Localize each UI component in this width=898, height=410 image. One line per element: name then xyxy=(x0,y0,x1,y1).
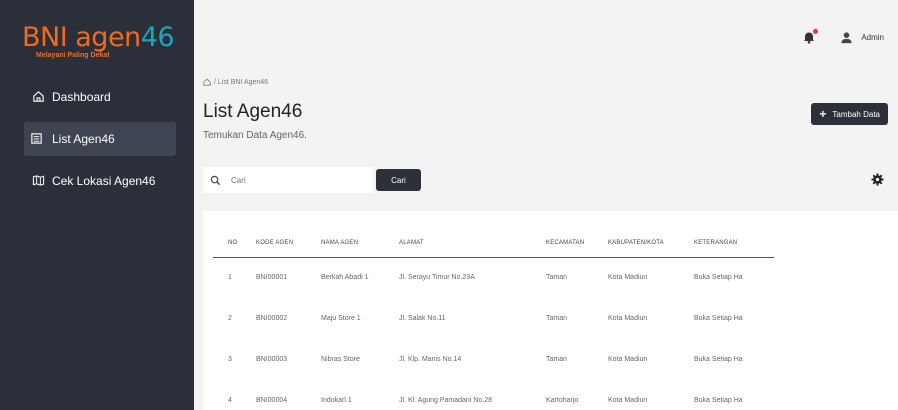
breadcrumb: / List BNI Agen46 xyxy=(203,78,268,86)
sidebar-item-label: Dashboard xyxy=(52,90,111,104)
brand-name: BNI agen46 xyxy=(22,22,175,53)
cell-kabupaten-kota: Kota Madiun xyxy=(608,356,648,363)
search-box xyxy=(203,167,373,193)
cell-kode-agen: BNI00001 xyxy=(256,274,288,282)
brand-tagline: Melayani Paling Dekat xyxy=(36,52,110,59)
column-header-alamat[interactable]: ALAMAT xyxy=(399,229,546,258)
sidebar-nav: Dashboard List Agen46 Cek Lokasi Agen46 xyxy=(0,80,194,198)
cell-kecamatan: Kartoharjo xyxy=(546,397,579,404)
cell-keterangan: Buka Setiap Ha xyxy=(694,315,743,322)
notification-bell-icon[interactable] xyxy=(802,29,819,44)
user-menu[interactable]: Admin xyxy=(840,31,884,44)
home-icon xyxy=(33,91,44,102)
gear-icon[interactable] xyxy=(871,173,884,186)
sidebar-item-list-agen46[interactable]: List Agen46 xyxy=(24,122,176,156)
cell-alamat: Jl. Serayu Timur No.23A xyxy=(399,274,475,282)
column-header-keterangan[interactable]: KETERANGAN xyxy=(694,229,774,258)
cell-nama-agen: Nibras Store xyxy=(321,356,360,363)
brand-bni: BNI xyxy=(22,22,76,53)
column-header-nama-agen[interactable]: NAMA AGEN xyxy=(321,229,399,258)
cell-no: 4 xyxy=(228,397,232,404)
table-row[interactable]: 4 BNI00004 Indokarl 1 Jl. Kl. Agung Pama… xyxy=(213,380,774,410)
breadcrumb-path[interactable]: / List BNI Agen46 xyxy=(214,79,268,86)
cell-kabupaten-kota: Kota Madiun xyxy=(608,397,648,404)
sidebar-item-cek-lokasi[interactable]: Cek Lokasi Agen46 xyxy=(0,164,178,198)
cell-kabupaten-kota: Kota Madiun xyxy=(608,274,648,282)
search-button[interactable]: Cari xyxy=(376,169,421,191)
add-data-label: Tambah Data xyxy=(832,109,880,119)
sidebar-item-dashboard[interactable]: Dashboard xyxy=(0,80,178,114)
sidebar: BNI agen46 Melayani Paling Dekat Dashboa… xyxy=(0,0,194,410)
cell-alamat: Jl. Klp. Manis No.14 xyxy=(399,356,462,363)
cell-keterangan: Buka Setiap Ha xyxy=(694,397,743,404)
cell-nama-agen: Maju Store 1 xyxy=(321,315,361,322)
cell-alamat: Jl. Salak No.11 xyxy=(399,315,446,322)
plus-icon: + xyxy=(819,107,827,121)
user-icon xyxy=(841,31,852,43)
cell-nama-agen: Berkah Abadi 1 xyxy=(321,274,369,282)
search-input[interactable] xyxy=(231,175,351,185)
add-data-button[interactable]: + Tambah Data xyxy=(811,103,888,125)
agent-table: NO KODE AGEN NAMA AGEN ALAMAT KECAMATAN … xyxy=(213,229,774,410)
sidebar-item-label: List Agen46 xyxy=(52,132,115,146)
cell-kode-agen: BNI00002 xyxy=(256,315,288,322)
brand-agen: agen xyxy=(75,22,141,53)
table-header-row: NO KODE AGEN NAMA AGEN ALAMAT KECAMATAN … xyxy=(213,229,774,258)
cell-kecamatan: Taman xyxy=(546,315,568,322)
cell-kode-agen: BNI00003 xyxy=(256,356,288,363)
brand-logo[interactable]: BNI agen46 Melayani Paling Dekat xyxy=(22,22,175,59)
cell-no: 1 xyxy=(228,274,232,282)
page-title: List Agen46 xyxy=(203,101,303,122)
sidebar-item-label: Cek Lokasi Agen46 xyxy=(52,174,156,188)
cell-kecamatan: Taman xyxy=(546,356,568,363)
column-header-no[interactable]: NO xyxy=(213,229,256,258)
topbar: Admin xyxy=(802,29,884,44)
cell-keterangan: Buka Setiap Ha xyxy=(694,356,743,363)
column-header-kabupaten-kota[interactable]: KABUPATEN/KOTA xyxy=(608,229,694,258)
brand-number: 46 xyxy=(140,22,175,53)
search-icon xyxy=(210,175,221,185)
table-row[interactable]: 3 BNI00003 Nibras Store Jl. Klp. Manis N… xyxy=(213,339,774,380)
cell-kode-agen: BNI00004 xyxy=(256,397,288,404)
notification-dot xyxy=(813,29,819,34)
cell-no: 2 xyxy=(228,315,232,322)
table-row[interactable]: 1 BNI00001 Berkah Abadi 1 Jl. Serayu Tim… xyxy=(213,257,774,298)
cell-no: 3 xyxy=(228,356,232,363)
agent-table-card: NO KODE AGEN NAMA AGEN ALAMAT KECAMATAN … xyxy=(203,211,898,410)
cell-nama-agen: Indokarl 1 xyxy=(321,397,352,404)
home-icon[interactable] xyxy=(203,78,211,86)
cell-keterangan: Buka Setiap Ha xyxy=(694,274,743,282)
cell-kabupaten-kota: Kota Madiun xyxy=(608,315,648,322)
cell-kecamatan: Taman xyxy=(546,274,568,282)
map-icon xyxy=(32,175,45,186)
user-name: Admin xyxy=(861,32,884,42)
page-subtitle: Temukan Data Agen46. xyxy=(203,130,307,141)
cell-alamat: Jl. Kl. Agung Pamadani No.28 xyxy=(399,397,493,404)
column-header-kode-agen[interactable]: KODE AGEN xyxy=(256,229,321,258)
column-header-kecamatan[interactable]: KECAMATAN xyxy=(546,229,608,258)
list-icon xyxy=(31,133,42,144)
table-row[interactable]: 2 BNI00002 Maju Store 1 Jl. Salak No.11 … xyxy=(213,298,774,339)
